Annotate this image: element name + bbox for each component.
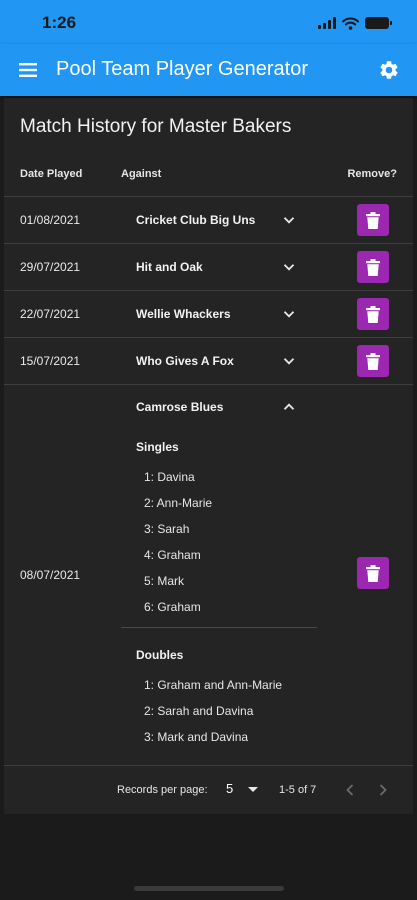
opponent-name: Wellie Whackers <box>136 307 231 321</box>
app-title: Pool Team Player Generator <box>56 58 308 80</box>
table-row[interactable]: 22/07/2021 Wellie Whackers <box>4 291 413 337</box>
opponent-name: Cricket Club Big Uns <box>136 213 256 227</box>
gear-icon <box>380 61 398 79</box>
previous-page-button[interactable] <box>340 780 360 800</box>
doubles-pair: 3: Mark and Davina <box>144 730 249 744</box>
status-icons <box>318 15 392 31</box>
table-row[interactable]: 15/07/2021 Who Gives A Fox <box>4 338 413 384</box>
app-bar: Pool Team Player Generator <box>0 44 417 96</box>
chevron-down-icon[interactable] <box>282 260 296 274</box>
row-divider <box>4 765 413 766</box>
trash-icon <box>366 258 380 276</box>
chevron-down-icon[interactable] <box>282 307 296 321</box>
chevron-right-icon <box>379 784 387 796</box>
match-date: 08/07/2021 <box>20 568 81 582</box>
records-per-page-label: Records per page: <box>117 784 208 796</box>
delete-match-button[interactable] <box>357 204 389 236</box>
delete-match-button[interactable] <box>357 298 389 330</box>
dropdown-caret-icon <box>248 787 258 792</box>
match-date: 22/07/2021 <box>20 307 81 321</box>
singles-player: 1: Davina <box>144 470 195 484</box>
card-title: Match History for Master Bakers <box>20 116 292 137</box>
wifi-icon <box>342 17 359 30</box>
trash-icon <box>366 564 380 582</box>
menu-icon <box>19 63 37 77</box>
opponent-name: Camrose Blues <box>136 400 224 414</box>
column-header-remove: Remove? <box>347 168 397 180</box>
match-date: 01/08/2021 <box>20 213 81 227</box>
singles-player: 2: Ann-Marie <box>144 496 213 510</box>
delete-match-button[interactable] <box>357 345 389 377</box>
singles-heading: Singles <box>136 440 179 454</box>
records-per-page-value: 5 <box>226 781 234 796</box>
trash-icon <box>366 211 380 229</box>
singles-player: 5: Mark <box>144 574 185 588</box>
trash-icon <box>366 352 380 370</box>
match-date: 29/07/2021 <box>20 260 81 274</box>
table-row[interactable]: 29/07/2021 Hit and Oak <box>4 244 413 290</box>
chevron-up-icon[interactable] <box>282 400 296 414</box>
home-indicator <box>134 886 284 891</box>
singles-player: 3: Sarah <box>144 522 190 536</box>
singles-player: 6: Graham <box>144 600 201 614</box>
table-row-expanded[interactable]: 08/07/2021 Camrose Blues Singles 1: Davi… <box>4 385 413 765</box>
chevron-left-icon <box>346 784 354 796</box>
delete-match-button[interactable] <box>357 557 389 589</box>
column-header-date[interactable]: Date Played <box>20 168 82 180</box>
chevron-down-icon[interactable] <box>282 213 296 227</box>
doubles-heading: Doubles <box>136 648 184 662</box>
match-history-card: Match History for Master Bakers Date Pla… <box>4 98 413 814</box>
section-divider <box>121 627 317 628</box>
cellular-signal-icon <box>318 17 336 29</box>
settings-button[interactable] <box>375 56 403 84</box>
doubles-pair: 1: Graham and Ann-Marie <box>144 678 283 692</box>
match-date: 15/07/2021 <box>20 354 81 368</box>
delete-match-button[interactable] <box>357 251 389 283</box>
opponent-name: Hit and Oak <box>136 260 203 274</box>
pagination-range: 1-5 of 7 <box>279 784 317 796</box>
singles-player: 4: Graham <box>144 548 201 562</box>
trash-icon <box>366 305 380 323</box>
status-bar: 1:26 <box>0 0 417 44</box>
column-header-against[interactable]: Against <box>121 168 161 180</box>
battery-icon <box>365 17 392 29</box>
records-per-page-select[interactable]: 5 <box>226 780 262 800</box>
opponent-name: Who Gives A Fox <box>136 354 234 368</box>
status-time: 1:26 <box>42 13 77 32</box>
menu-button[interactable] <box>14 56 42 84</box>
chevron-down-icon[interactable] <box>282 354 296 368</box>
table-row[interactable]: 01/08/2021 Cricket Club Big Uns <box>4 197 413 243</box>
doubles-pair: 2: Sarah and Davina <box>144 704 254 718</box>
next-page-button[interactable] <box>373 780 393 800</box>
